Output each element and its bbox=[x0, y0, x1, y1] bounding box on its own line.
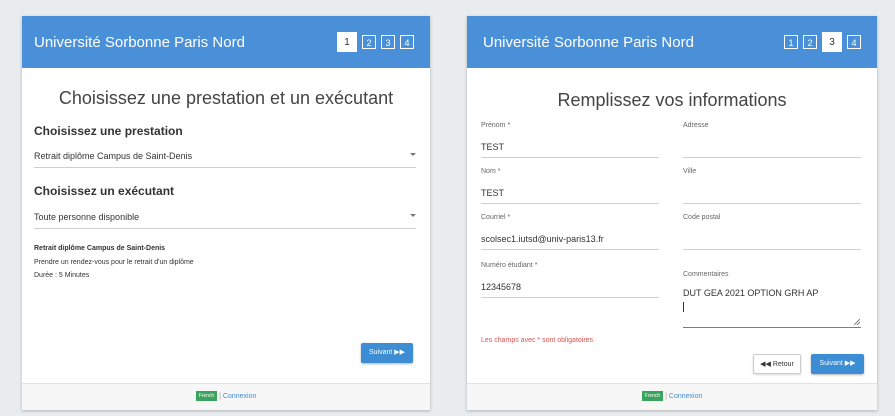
prenom-value: TEST bbox=[481, 142, 505, 152]
back-arrow-icon: ◀◀ bbox=[760, 361, 771, 368]
header-bar: Université Sorbonne Paris Nord 1 2 3 4 bbox=[22, 16, 430, 68]
university-title: Université Sorbonne Paris Nord bbox=[34, 34, 245, 51]
chevron-down-icon bbox=[410, 214, 416, 217]
step-4[interactable]: 4 bbox=[847, 35, 861, 49]
step-indicator: 1 2 3 4 bbox=[784, 32, 861, 52]
footer-separator: | bbox=[219, 393, 221, 400]
step-3[interactable]: 3 bbox=[822, 32, 842, 52]
comments-value: DUT GEA 2021 OPTION GRH AP bbox=[683, 288, 819, 298]
user-info-panel: Université Sorbonne Paris Nord 1 2 3 4 R… bbox=[467, 16, 877, 410]
required-note: Les champs avec * sont obligatoires bbox=[481, 337, 594, 344]
student-number-value: 12345678 bbox=[481, 282, 522, 292]
university-title: Université Sorbonne Paris Nord bbox=[483, 34, 694, 51]
step-3[interactable]: 3 bbox=[381, 35, 395, 49]
forward-arrow-icon: ▶▶ bbox=[394, 349, 406, 356]
footer: French | Connexion bbox=[22, 383, 430, 410]
footer: French | Connexion bbox=[467, 383, 877, 410]
service-select-value: Retrait diplôme Campus de Saint-Denis bbox=[34, 151, 193, 161]
service-selection-panel: Université Sorbonne Paris Nord 1 2 3 4 C… bbox=[22, 16, 430, 410]
back-button-label: Retour bbox=[772, 361, 794, 368]
back-button[interactable]: ◀◀ Retour bbox=[753, 354, 801, 374]
service-description-text: Prendre un rendez-vous pour le retrait d… bbox=[34, 259, 194, 266]
postal-code-label: Code postal bbox=[683, 214, 721, 221]
page-title: Remplissez vos informations bbox=[557, 90, 787, 110]
next-button-label: Suivant bbox=[819, 360, 843, 367]
step-1[interactable]: 1 bbox=[784, 35, 798, 49]
language-badge[interactable]: French bbox=[641, 391, 664, 402]
address-label: Adresse bbox=[683, 122, 709, 129]
footer-separator: | bbox=[665, 393, 667, 400]
service-duration: Durée : 5 Minutes bbox=[34, 272, 90, 279]
step-4[interactable]: 4 bbox=[400, 35, 414, 49]
step-1[interactable]: 1 bbox=[337, 32, 357, 52]
service-select[interactable]: Retrait diplôme Campus de Saint-Denis bbox=[34, 145, 416, 168]
student-number-label: Numéro étudiant * bbox=[481, 262, 538, 269]
login-link[interactable]: Connexion bbox=[669, 393, 702, 400]
step-2[interactable]: 2 bbox=[803, 35, 817, 49]
next-button[interactable]: Suivant ▶▶ bbox=[361, 343, 413, 363]
resize-grip-icon[interactable] bbox=[854, 319, 860, 325]
step-indicator: 1 2 3 4 bbox=[337, 32, 414, 52]
next-button[interactable]: Suivant ▶▶ bbox=[811, 354, 864, 374]
prenom-label: Prénom * bbox=[481, 122, 511, 129]
comments-textarea[interactable]: Commentaires DUT GEA 2021 OPTION GRH AP bbox=[683, 271, 861, 328]
step-2[interactable]: 2 bbox=[362, 35, 376, 49]
forward-arrow-icon: ▶▶ bbox=[844, 360, 856, 367]
chevron-down-icon bbox=[410, 153, 416, 156]
executor-select-value: Toute personne disponible bbox=[34, 212, 140, 222]
page-title: Choisissez une prestation et un exécutan… bbox=[58, 88, 394, 108]
next-button-label: Suivant bbox=[368, 349, 393, 356]
login-link[interactable]: Connexion bbox=[223, 393, 256, 400]
email-value: scolsec1.iutsd@univ-paris13.fr bbox=[481, 234, 604, 244]
language-badge[interactable]: French bbox=[195, 391, 218, 402]
service-section-title: Choisissez une prestation bbox=[34, 124, 183, 138]
executor-select[interactable]: Toute personne disponible bbox=[34, 206, 416, 229]
text-cursor bbox=[683, 302, 684, 312]
nom-value: TEST bbox=[481, 188, 505, 198]
nom-label: Nom * bbox=[481, 168, 501, 175]
comments-label: Commentaires bbox=[683, 271, 729, 278]
service-description-title: Retrait diplôme Campus de Saint-Denis bbox=[34, 245, 166, 252]
city-label: Ville bbox=[683, 168, 697, 175]
email-label: Courriel * bbox=[481, 214, 511, 221]
header-bar: Université Sorbonne Paris Nord 1 2 3 4 bbox=[467, 16, 877, 68]
executor-section-title: Choisissez un exécutant bbox=[34, 184, 175, 198]
